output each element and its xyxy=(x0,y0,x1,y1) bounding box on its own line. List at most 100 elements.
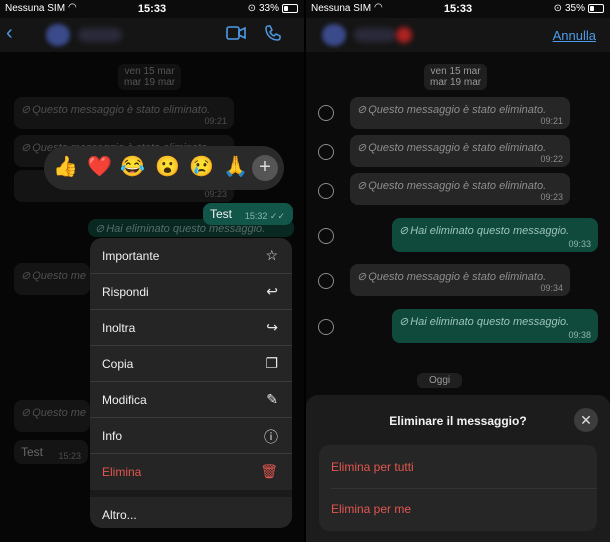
message-time: 09:23 xyxy=(540,192,563,202)
menu-item-modifica[interactable]: Modifica ✎ xyxy=(90,382,292,418)
close-icon: ✕ xyxy=(580,412,592,428)
deleted-icon: ⊘ xyxy=(399,316,409,328)
left-screen: Nessuna SIM ◠ 15:33 ⊙ 33% ‹ ven 15 mar m… xyxy=(0,0,304,542)
surprised-reaction[interactable]: 😮 xyxy=(155,156,180,178)
rotation-lock-icon: ⊙ xyxy=(247,3,256,14)
message-bubble-outgoing[interactable]: ⊘ Hai eliminato questo messaggio. 09:33 xyxy=(392,218,598,252)
message-bubble[interactable]: ⊘ Questo messaggio è stato eliminato. 09:… xyxy=(350,97,570,129)
read-checkmarks-icon: ✓✓ xyxy=(269,211,285,221)
option-divider xyxy=(331,488,597,489)
message-time: 09:21 xyxy=(540,116,563,126)
message-text: Questo messaggio è stato eliminato. xyxy=(368,104,547,116)
reaction-bar: 👍 ❤️ 😂 😮 😢 🙏 + xyxy=(44,146,284,190)
menu-item-importante[interactable]: Importante ☆ xyxy=(90,238,292,274)
message-text: Questo messaggio è stato eliminato. xyxy=(368,180,547,192)
menu-item-elimina[interactable]: Elimina 🗑 xyxy=(90,454,292,489)
message-bubble[interactable]: ⊘ Questo messaggio è stato eliminato. 09:… xyxy=(350,264,570,296)
deleted-icon: ⊘ xyxy=(399,225,409,237)
message-text: Questo messaggio è stato eliminato. xyxy=(368,271,547,283)
rotation-lock-icon: ⊙ xyxy=(553,3,562,14)
delete-action-sheet: Eliminare il messaggio? ✕ Elimina per tu… xyxy=(306,395,610,542)
copy-icon: ❐ xyxy=(265,355,278,371)
date-label: mar 19 mar xyxy=(430,77,482,88)
delete-for-everyone-button[interactable]: Elimina per tutti xyxy=(331,460,414,474)
menu-item-inoltra[interactable]: Inoltra ↪ xyxy=(90,310,292,346)
menu-item-rispondi[interactable]: Rispondi ↩ xyxy=(90,274,292,310)
star-icon: ☆ xyxy=(265,247,278,263)
message-time: 09:22 xyxy=(540,154,563,164)
add-reaction-button[interactable]: + xyxy=(252,155,278,181)
deleted-icon: ⊘ xyxy=(357,180,367,192)
status-bar: Nessuna SIM ◠ 15:33 ⊙ 33% xyxy=(0,0,304,18)
deleted-icon: ⊘ xyxy=(357,271,367,283)
message-text: Hai eliminato questo messaggio. xyxy=(410,225,570,237)
back-chevron-icon[interactable]: ‹ xyxy=(6,22,13,45)
forward-icon: ↪ xyxy=(266,319,278,335)
close-button[interactable]: ✕ xyxy=(574,408,598,432)
select-radio[interactable] xyxy=(318,105,334,121)
battery-percent: 35% xyxy=(564,3,585,14)
menu-item-label: Inoltra xyxy=(102,321,136,335)
praying-reaction[interactable]: 🙏 xyxy=(223,156,248,178)
menu-item-label: Info xyxy=(102,429,123,443)
laughing-reaction[interactable]: 😂 xyxy=(120,156,145,178)
pencil-icon: ✎ xyxy=(266,391,278,407)
select-radio[interactable] xyxy=(318,183,334,199)
message-bubble-outgoing[interactable]: ⊘ Hai eliminato questo messaggio. 09:38 xyxy=(392,309,598,343)
select-radio[interactable] xyxy=(318,319,334,335)
contact-badge xyxy=(396,27,412,43)
menu-item-label: Copia xyxy=(102,357,134,371)
avatar[interactable] xyxy=(322,24,346,46)
deleted-icon: ⊘ xyxy=(357,142,367,154)
menu-separator xyxy=(90,490,292,497)
menu-item-info[interactable]: Info ⓘ xyxy=(90,418,292,454)
date-label: ven 15 mar xyxy=(430,66,481,77)
battery-indicator: ⊙ 35% xyxy=(554,3,604,14)
thumbs-up-reaction[interactable]: 👍 xyxy=(53,156,78,178)
battery-icon xyxy=(588,4,604,13)
message-text: Hai eliminato questo messaggio. xyxy=(410,316,570,328)
select-radio[interactable] xyxy=(318,228,334,244)
sheet-title: Eliminare il messaggio? xyxy=(389,414,527,428)
message-bubble[interactable]: ⊘ Questo messaggio è stato eliminato. 09:… xyxy=(350,173,570,205)
battery-icon xyxy=(282,4,298,13)
message-bubble[interactable]: ⊘ Questo messaggio è stato eliminato. 09:… xyxy=(350,135,570,167)
contact-name[interactable] xyxy=(354,28,396,42)
delete-for-me-button[interactable]: Elimina per me xyxy=(331,502,411,516)
battery-indicator: ⊙ 33% xyxy=(248,3,298,14)
message-time: 09:33 xyxy=(568,239,591,249)
trash-icon: 🗑 xyxy=(260,463,278,479)
menu-item-altro[interactable]: Altro... xyxy=(90,497,292,528)
menu-item-label: Rispondi xyxy=(102,285,149,299)
select-radio[interactable] xyxy=(318,273,334,289)
menu-item-label: Importante xyxy=(102,249,160,263)
message-text: Questo messaggio è stato eliminato. xyxy=(368,142,547,154)
message-text: Test xyxy=(210,207,233,221)
crying-reaction[interactable]: 😢 xyxy=(189,156,214,178)
menu-item-label: Modifica xyxy=(102,393,147,407)
reply-icon: ↩ xyxy=(266,283,278,299)
delete-options: Elimina per tutti Elimina per me xyxy=(319,445,597,531)
menu-item-label: Altro... xyxy=(102,508,137,522)
phone-call-icon[interactable] xyxy=(264,24,282,47)
context-menu: Importante ☆ Rispondi ↩ Inoltra ↪ Copia … xyxy=(90,238,292,528)
message-time: 15:32 xyxy=(244,211,268,221)
cancel-button[interactable]: Annulla xyxy=(553,28,596,43)
menu-item-copia[interactable]: Copia ❐ xyxy=(90,346,292,382)
chat-header: Annulla xyxy=(306,18,610,52)
today-divider: Oggi xyxy=(417,373,463,388)
avatar[interactable] xyxy=(46,24,70,46)
message-time: 09:34 xyxy=(540,283,563,293)
menu-item-label: Elimina xyxy=(102,465,142,479)
info-icon: ⓘ xyxy=(264,429,278,445)
deleted-icon: ⊘ xyxy=(357,104,367,116)
status-bar: Nessuna SIM ◠ 15:33 ⊙ 35% xyxy=(306,0,610,18)
chat-header: ‹ xyxy=(0,18,304,52)
battery-percent: 33% xyxy=(258,3,279,14)
right-screen: Nessuna SIM ◠ 15:33 ⊙ 35% Annulla ven 15… xyxy=(306,0,610,542)
heart-reaction[interactable]: ❤️ xyxy=(87,156,112,178)
selected-message[interactable]: Test 15:32 ✓✓ xyxy=(203,203,293,225)
video-call-icon[interactable] xyxy=(226,26,246,45)
select-radio[interactable] xyxy=(318,144,334,160)
contact-name[interactable] xyxy=(78,28,122,42)
